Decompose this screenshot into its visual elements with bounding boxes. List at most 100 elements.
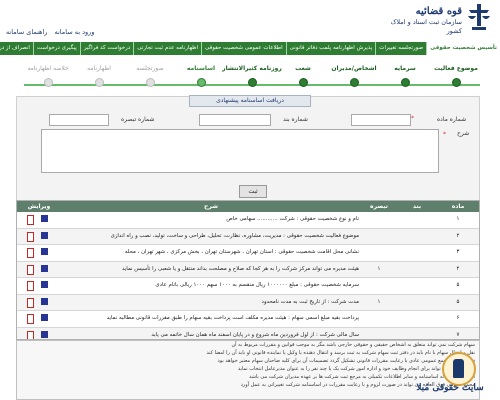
wizard-step-dot-icon [298, 78, 308, 87]
table-row: ۵ ۱ مدت شرکت : از تاریخ ثبت به مدت نامحدود [17, 294, 479, 311]
edit-icon[interactable] [41, 264, 48, 272]
wizard-step-label: اساسنامه [186, 65, 216, 72]
brand-logo-icon [442, 352, 476, 386]
table-header: ماده بند تبصره شرح ویرایش [17, 201, 479, 212]
tab-cancel-request[interactable]: انصراف از درخواست [0, 42, 33, 55]
edit-icon[interactable] [41, 330, 48, 338]
cell-description: سرمایه شخصیت حقوقی : مبلغ ۱۰۰۰۰۰۰ ریال م… [155, 282, 359, 288]
table-body: ۱ نام و نوع شخصیت حقوقی : شرکت ..........… [17, 212, 479, 339]
delete-icon[interactable] [27, 215, 34, 225]
wizard-step[interactable]: خلاصه اظهارنامه [18, 64, 78, 87]
th-article: ماده [451, 203, 465, 210]
wizard-step-dot-icon [94, 78, 104, 87]
delete-icon[interactable] [27, 314, 34, 324]
articles-table: ماده بند تبصره شرح ویرایش ۱ نام و نوع شخص… [16, 200, 480, 340]
cell-article: ۱ [456, 216, 460, 222]
cell-article: ۷ [456, 331, 460, 338]
description-textarea[interactable] [41, 129, 439, 173]
tab-non-registration[interactable]: اظهارنامه عدم ثبت تجارتی [133, 42, 201, 55]
wizard-step-dot-icon [349, 78, 359, 87]
wizard-step[interactable]: اساسنامه [171, 64, 231, 87]
cell-article: ۶ [456, 315, 460, 321]
top-links: ورود به سامانه راهنمای سامانه [6, 28, 99, 36]
wizard-step[interactable]: شعب [273, 64, 333, 87]
cell-description: سال مالی شرکت : از اول فروردین ماه شروع … [151, 331, 359, 338]
tab-track-request[interactable]: پیگیری درخواست [32, 42, 80, 55]
wizard-step-dot-icon [247, 78, 257, 87]
tab-book-seal-declaration[interactable]: پذیرش اظهارنامه پلمب دفاتر قانونی [285, 42, 376, 55]
wizard-step[interactable]: روزنامه کثیرالانتشار [222, 64, 282, 87]
note-number-label: شماره تبصره [121, 116, 155, 123]
article-number-label: شماره ماده [437, 116, 467, 123]
description-required-mark: * [443, 131, 446, 138]
th-note: تبصره [370, 203, 388, 210]
wizard-step-dot-icon [43, 78, 53, 87]
cell-article: ۵ [456, 298, 460, 305]
wizard-step[interactable]: موضوع فعالیت [426, 64, 486, 87]
cell-note: ۱ [377, 265, 381, 272]
wizard-step-dot-icon [196, 78, 206, 87]
cell-article: ۲ [456, 232, 460, 239]
wizard-step-dot-icon [451, 78, 461, 87]
cell-description: مدت شرکت : از تاریخ ثبت به مدت نامحدود [261, 298, 359, 305]
edit-icon[interactable] [41, 281, 48, 288]
wizard-step-label: سرمایه [394, 65, 416, 72]
article-form-panel: دریافت اساسنامه پیشنهادی شماره ماده * شم… [16, 95, 480, 202]
tab-establish-entity[interactable]: تأسیس شخصیت حقوقی [426, 42, 500, 55]
wizard-step-dot-icon [400, 78, 410, 87]
article-number-input[interactable] [351, 114, 411, 126]
wizard-step[interactable]: صورتجلسه [120, 64, 180, 87]
login-link[interactable]: ورود به سامانه [55, 28, 95, 36]
note-number-input[interactable] [49, 114, 109, 126]
edit-icon[interactable] [41, 297, 48, 305]
panel-title: دریافت اساسنامه پیشنهادی [189, 95, 311, 107]
cell-description: پرداخت بقیه مبلغ اسمی سهام : هیئت مدیره … [106, 315, 359, 321]
judiciary-emblem-icon [468, 4, 490, 30]
edit-icon[interactable] [41, 215, 48, 222]
edit-icon[interactable] [41, 231, 48, 239]
wizard-step-label: روزنامه کثیرالانتشار [222, 65, 282, 72]
tab-change-minutes[interactable]: صورتجلسه تغییرات [375, 42, 426, 55]
wizard-step-label: شعب [295, 65, 311, 72]
delete-icon[interactable] [27, 231, 34, 242]
th-description: شرح [204, 203, 218, 210]
clause-number-input[interactable] [199, 114, 271, 126]
th-clause: بند [412, 203, 422, 210]
brand-text: سایت حقوقی مُبلا [416, 383, 484, 393]
description-label: شرح [457, 130, 470, 137]
delete-icon[interactable] [27, 297, 34, 308]
delete-icon[interactable] [27, 330, 34, 339]
cell-description: موضوع فعالیت شخصیت حقوقی : مدیریت، مشاور… [110, 232, 359, 239]
wizard-step[interactable]: سرمایه [375, 64, 435, 87]
wizard-step-label: خلاصه اظهارنامه [27, 65, 69, 72]
table-row: ۳ نشانی محل اقامت شخصیت حقوقی : استان تهر… [17, 245, 479, 262]
delete-icon[interactable] [27, 264, 34, 275]
table-row: ۷ سال مالی شرکت : از اول فروردین ماه شروع… [17, 327, 479, 339]
tab-general-info[interactable]: اطلاعات عمومی شخصیت حقوقی [201, 42, 286, 55]
delete-icon[interactable] [27, 281, 34, 291]
tab-request-code[interactable]: درخواست کد فراگیر [79, 42, 133, 55]
cell-article: ۴ [456, 265, 460, 272]
table-row: ۲ موضوع فعالیت شخصیت حقوقی : مدیریت، مشاو… [17, 228, 479, 245]
cell-description: نشانی محل اقامت شخصیت حقوقی : استان تهرا… [124, 249, 359, 255]
wizard-step-dot-icon [145, 78, 155, 87]
save-button[interactable]: ثبت [239, 185, 267, 198]
cell-note: ۱ [377, 298, 381, 305]
edit-icon[interactable] [41, 248, 48, 255]
delete-icon[interactable] [27, 248, 34, 258]
help-link[interactable]: راهنمای سامانه [6, 28, 47, 36]
wizard-step-label: موضوع فعالیت [434, 65, 478, 72]
wizard-step[interactable]: اظهارنامه [69, 64, 129, 87]
wizard-step[interactable]: اشخاص/مدیران [324, 64, 384, 87]
logo-subtitle: سازمان ثبت اسناد و املاک کشور [390, 18, 462, 35]
wizard-steps: موضوع فعالیت سرمایه اشخاص/مدیران شعب روزنامه… [12, 60, 492, 94]
cell-article: ۳ [456, 249, 460, 255]
table-row: ۴ ۱ هیئت مدیره می تواند مرکز شرکت را به هر… [17, 261, 479, 278]
logo-text: قوه قضائیه سازمان ثبت اسناد و املاک کشور [380, 6, 462, 36]
table-row: ۱ نام و نوع شخصیت حقوقی : شرکت ..........… [17, 212, 479, 229]
wizard-step-label: اشخاص/مدیران [331, 65, 377, 72]
edit-icon[interactable] [41, 314, 48, 321]
brand-watermark: سایت حقوقی مُبلا [402, 352, 498, 398]
th-edit: ویرایش [27, 203, 51, 210]
wizard-step-label: صورتجلسه [136, 65, 164, 72]
